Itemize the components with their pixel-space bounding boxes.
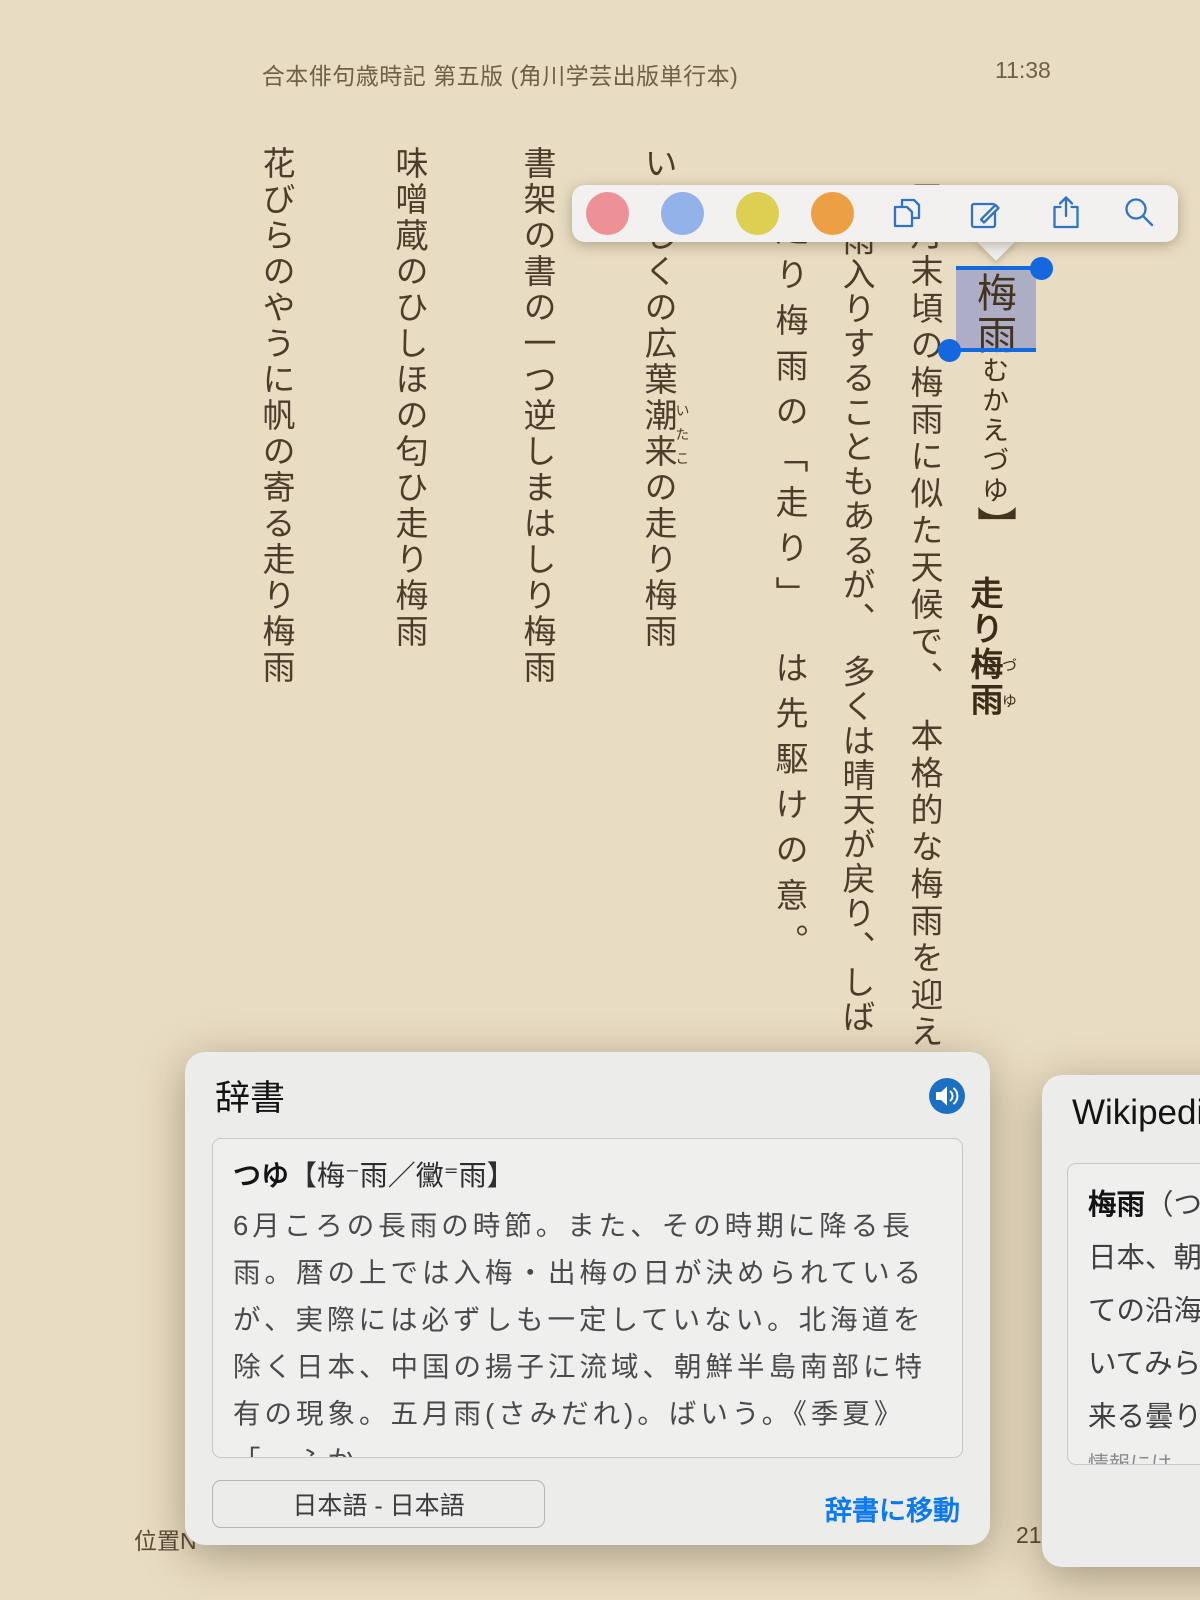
selection-edge-top bbox=[956, 266, 1040, 270]
subheading-base: 梅雨 bbox=[965, 647, 1001, 718]
screen: { "header": { "title": "合本俳句歳時記 第五版 (角川学… bbox=[0, 0, 1200, 1600]
copy-button[interactable] bbox=[888, 194, 926, 232]
selection-toolbar bbox=[572, 185, 1178, 242]
progress-label: 21 bbox=[1016, 1522, 1042, 1548]
note-button[interactable] bbox=[966, 194, 1004, 232]
book-title: 合本俳句歳時記 第五版 (角川学芸出版単行本) bbox=[261, 63, 739, 89]
clock: 11:38 bbox=[995, 57, 1051, 83]
wikipedia-line: 日本、朝 bbox=[1088, 1242, 1200, 1274]
entry-heading-bracket-close: 】 bbox=[971, 506, 1016, 548]
wikipedia-line: ての沿海 bbox=[1088, 1295, 1200, 1327]
speaker-button[interactable] bbox=[929, 1078, 965, 1114]
highlight-orange-button[interactable] bbox=[811, 192, 854, 235]
haiku-column-4: 花びらのやうに帆の寄る走り梅雨 bbox=[257, 146, 293, 686]
wikipedia-disclaimer: 情報には bbox=[1088, 1453, 1172, 1465]
haiku-ruby: 潮来いたこ bbox=[639, 398, 689, 470]
dictionary-entry-box: つゆ【梅⁻雨／黴⁼雨】 6月ころの長雨の時節。また、その時期に降る長雨。暦の上で… bbox=[212, 1138, 963, 1458]
share-button[interactable] bbox=[1047, 194, 1085, 232]
copy-icon bbox=[893, 198, 921, 228]
wikipedia-headword: 梅雨 bbox=[1088, 1189, 1146, 1221]
dictionary-headword-line: つゆ【梅⁻雨／黴⁼雨】 bbox=[233, 1154, 942, 1194]
haiku-column-2: 書架の書の一つ逆しまはしり梅雨 bbox=[518, 146, 554, 686]
dictionary-headword-kanji: 【梅⁻雨／黴⁼雨】 bbox=[289, 1160, 515, 1191]
goto-dictionary-link[interactable]: 辞書に移動 bbox=[825, 1489, 960, 1528]
body-column-3: 走り梅雨の「走り」 は先駆けの意。 bbox=[770, 212, 806, 969]
haiku-ruby-base: 潮来 bbox=[639, 398, 675, 470]
note-icon bbox=[970, 202, 1000, 229]
selected-word[interactable]: 梅雨 bbox=[971, 272, 1016, 356]
search-icon bbox=[1125, 198, 1154, 227]
subheading-ruby: 梅雨 づゆ bbox=[965, 647, 1016, 718]
body-column-1: 五月末頃の梅雨に似た天候で、 本格的な梅雨を迎える bbox=[905, 180, 941, 1089]
body-column-2: 梅雨入りすることもあるが、 多くは晴天が戻り、しば bbox=[837, 188, 873, 1034]
selection-handle-start[interactable] bbox=[1030, 257, 1053, 280]
entry-subheading: 走り梅雨 づゆ bbox=[965, 576, 1016, 718]
entry-heading-reading: むかえづゆ bbox=[978, 356, 1008, 506]
wikipedia-line: いてみら bbox=[1088, 1348, 1200, 1380]
search-button[interactable] bbox=[1121, 194, 1159, 232]
haiku-text: の走り梅雨 bbox=[639, 470, 675, 650]
toolbar-pointer bbox=[975, 240, 1017, 261]
haiku-text: いちじくの広葉 bbox=[639, 146, 675, 398]
wikipedia-entry-box: 梅雨（つ 日本、朝 ての沿海 いてみら 来る曇り 情報には bbox=[1067, 1163, 1200, 1465]
dictionary-title: 辞書 bbox=[215, 1079, 286, 1118]
dictionary-card: 辞書 つゆ【梅⁻雨／黴⁼雨】 6月ころの長雨の時節。また、その時期に降る長雨。暦… bbox=[185, 1052, 990, 1545]
share-icon bbox=[1053, 196, 1079, 229]
speaker-icon bbox=[936, 1086, 959, 1106]
selection-handle-end[interactable] bbox=[938, 339, 961, 362]
highlight-blue-button[interactable] bbox=[661, 192, 704, 235]
wikipedia-line-text: （つ bbox=[1145, 1189, 1200, 1221]
subheading-text: 走り bbox=[965, 576, 1001, 647]
entry-heading: 梅雨むかえづゆ】 bbox=[971, 272, 1016, 548]
haiku-column-3: 味噌蔵のひしほの匂ひ走り梅雨 bbox=[390, 146, 426, 650]
wikipedia-title: Wikipedia bbox=[1072, 1093, 1200, 1132]
highlight-pink-button[interactable] bbox=[586, 192, 629, 235]
dictionary-definition: 6月ころの長雨の時節。また、その時期に降る長雨。暦の上では入梅・出梅の日が決めら… bbox=[233, 1210, 926, 1457]
dictionary-headword-kana: つゆ bbox=[233, 1160, 290, 1191]
wikipedia-line: 梅雨（つ bbox=[1088, 1179, 1200, 1232]
highlight-yellow-button[interactable] bbox=[736, 192, 779, 235]
language-pair-button[interactable]: 日本語 - 日本語 bbox=[212, 1480, 545, 1528]
wikipedia-line: 来る曇り bbox=[1088, 1401, 1200, 1433]
wikipedia-card: Wikipedia 梅雨（つ 日本、朝 ての沿海 いてみら 来る曇り 情報には bbox=[1042, 1075, 1200, 1567]
